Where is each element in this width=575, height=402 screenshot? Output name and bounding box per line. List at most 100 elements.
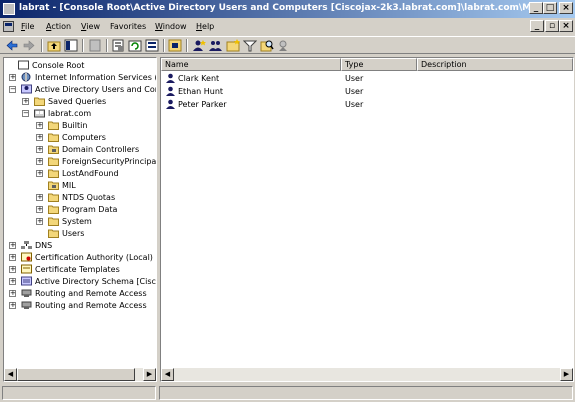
expand-icon[interactable]: + bbox=[36, 158, 43, 165]
filter-icon[interactable] bbox=[243, 39, 257, 52]
properties-icon[interactable] bbox=[111, 39, 125, 52]
folder-icon bbox=[48, 168, 59, 178]
column-header-name[interactable]: Name bbox=[161, 58, 341, 71]
tree-item-label: Builtin bbox=[62, 121, 88, 130]
list-row[interactable]: Peter Parker User bbox=[163, 98, 571, 111]
folder-icon bbox=[48, 204, 59, 214]
expand-icon[interactable]: + bbox=[9, 302, 16, 309]
title-bar[interactable]: labrat - [Console Root\Active Directory … bbox=[0, 0, 575, 18]
tree-item-label: labrat.com bbox=[48, 109, 92, 118]
new-group-icon[interactable] bbox=[209, 39, 223, 52]
expand-icon[interactable]: + bbox=[9, 278, 16, 285]
help-icon[interactable] bbox=[168, 39, 182, 52]
expand-icon[interactable]: + bbox=[36, 194, 43, 201]
tree-item-label: Users bbox=[62, 229, 85, 238]
tree-item-label: Routing and Remote Access bbox=[35, 301, 147, 310]
scroll-left-icon[interactable]: ◀ bbox=[4, 368, 17, 381]
scroll-left-icon[interactable]: ◀ bbox=[161, 368, 174, 381]
menu-file[interactable]: File bbox=[21, 22, 34, 31]
cell-type: User bbox=[345, 74, 364, 83]
tree-item-label: MIL bbox=[62, 181, 76, 190]
export-list-icon[interactable] bbox=[145, 39, 159, 52]
back-icon[interactable] bbox=[5, 39, 19, 52]
new-ou-icon[interactable] bbox=[226, 39, 240, 52]
new-user-icon[interactable] bbox=[192, 39, 206, 52]
cert-templates-icon bbox=[21, 264, 32, 274]
tree-item-label: System bbox=[62, 217, 92, 226]
expand-icon[interactable]: + bbox=[36, 218, 43, 225]
tree-item-label: Active Directory Users and Comp bbox=[35, 85, 157, 94]
rras-icon bbox=[21, 300, 32, 310]
details-list[interactable]: Name Type Description Clark Kent User Etha… bbox=[160, 57, 574, 382]
expand-icon[interactable]: + bbox=[36, 206, 43, 213]
column-header-type[interactable]: Type bbox=[341, 58, 417, 71]
mdi-minimize-button[interactable]: _ bbox=[530, 20, 544, 32]
menu-favorites-rest: Favorites bbox=[110, 22, 147, 31]
scroll-right-icon[interactable]: ▶ bbox=[560, 368, 573, 381]
menu-help-rest: elp bbox=[202, 22, 215, 31]
app-icon[interactable] bbox=[3, 3, 15, 15]
expand-icon[interactable]: + bbox=[36, 122, 43, 129]
ca-icon bbox=[21, 252, 32, 262]
add-to-group-icon[interactable] bbox=[277, 39, 291, 52]
menu-bar: File Action View Favorites Window Help bbox=[0, 19, 575, 35]
menu-favorites[interactable]: Favorites bbox=[110, 22, 146, 31]
list-horizontal-scrollbar[interactable]: ◀ ▶ bbox=[161, 368, 573, 381]
toolbar-separator bbox=[163, 39, 165, 52]
mmc-icon[interactable] bbox=[3, 21, 14, 32]
cell-name: Clark Kent bbox=[178, 74, 220, 83]
menu-view[interactable]: View bbox=[81, 22, 100, 31]
user-icon bbox=[165, 86, 176, 96]
list-row[interactable]: Ethan Hunt User bbox=[163, 85, 571, 98]
tree-item-label: LostAndFound bbox=[62, 169, 119, 178]
menu-action[interactable]: Action bbox=[46, 22, 71, 31]
find-icon[interactable] bbox=[260, 39, 274, 52]
tree-item-label: Console Root bbox=[32, 61, 85, 70]
show-hide-console-tree-icon[interactable] bbox=[64, 39, 78, 52]
tree-horizontal-scrollbar[interactable]: ◀ ▶ bbox=[4, 368, 156, 381]
expand-icon[interactable]: + bbox=[36, 170, 43, 177]
minimize-button[interactable]: _ bbox=[529, 2, 543, 14]
expand-icon[interactable]: + bbox=[36, 146, 43, 153]
expand-icon[interactable]: + bbox=[9, 266, 16, 273]
close-button[interactable]: × bbox=[559, 2, 573, 14]
toolbar bbox=[0, 36, 575, 54]
mdi-close-button[interactable]: × bbox=[559, 20, 573, 32]
user-icon bbox=[165, 73, 176, 83]
tree-item-label: Program Data bbox=[62, 205, 118, 214]
mdi-restore-button[interactable]: ▫ bbox=[545, 20, 559, 32]
up-one-level-icon[interactable] bbox=[47, 39, 61, 52]
list-row[interactable]: Clark Kent User bbox=[163, 72, 571, 85]
folder-icon bbox=[48, 192, 59, 202]
maximize-button[interactable]: □ bbox=[543, 2, 557, 14]
folder-icon bbox=[48, 156, 59, 166]
menu-action-rest: ction bbox=[51, 22, 72, 31]
forward-icon[interactable] bbox=[22, 39, 36, 52]
menu-help[interactable]: Help bbox=[196, 22, 214, 31]
folder-icon bbox=[34, 96, 45, 106]
expand-icon[interactable]: + bbox=[9, 242, 16, 249]
console-tree[interactable]: Console Root + Internet Information Servic… bbox=[3, 57, 157, 382]
collapse-icon[interactable]: − bbox=[22, 110, 29, 117]
tree-item-label: Routing and Remote Access bbox=[35, 289, 147, 298]
tree-item-label: Certification Authority (Local) bbox=[35, 253, 153, 262]
tree-item-label: Domain Controllers bbox=[62, 145, 140, 154]
refresh-icon[interactable] bbox=[128, 39, 142, 52]
collapse-icon[interactable]: − bbox=[9, 86, 16, 93]
scroll-right-icon[interactable]: ▶ bbox=[143, 368, 156, 381]
expand-icon[interactable]: + bbox=[22, 98, 29, 105]
menu-file-rest: ile bbox=[25, 22, 35, 31]
expand-icon[interactable]: + bbox=[36, 134, 43, 141]
ou-icon bbox=[48, 180, 59, 190]
window-title: labrat - [Console Root\Active Directory … bbox=[19, 3, 545, 13]
console-root-icon bbox=[18, 60, 29, 70]
expand-icon[interactable]: + bbox=[9, 74, 16, 81]
scroll-thumb[interactable] bbox=[17, 368, 135, 381]
delete-icon[interactable] bbox=[88, 39, 102, 52]
toolbar-separator bbox=[41, 39, 43, 52]
domain-icon bbox=[34, 108, 45, 118]
column-header-description[interactable]: Description bbox=[417, 58, 573, 71]
menu-window[interactable]: Window bbox=[155, 22, 187, 31]
expand-icon[interactable]: + bbox=[9, 290, 16, 297]
expand-icon[interactable]: + bbox=[9, 254, 16, 261]
